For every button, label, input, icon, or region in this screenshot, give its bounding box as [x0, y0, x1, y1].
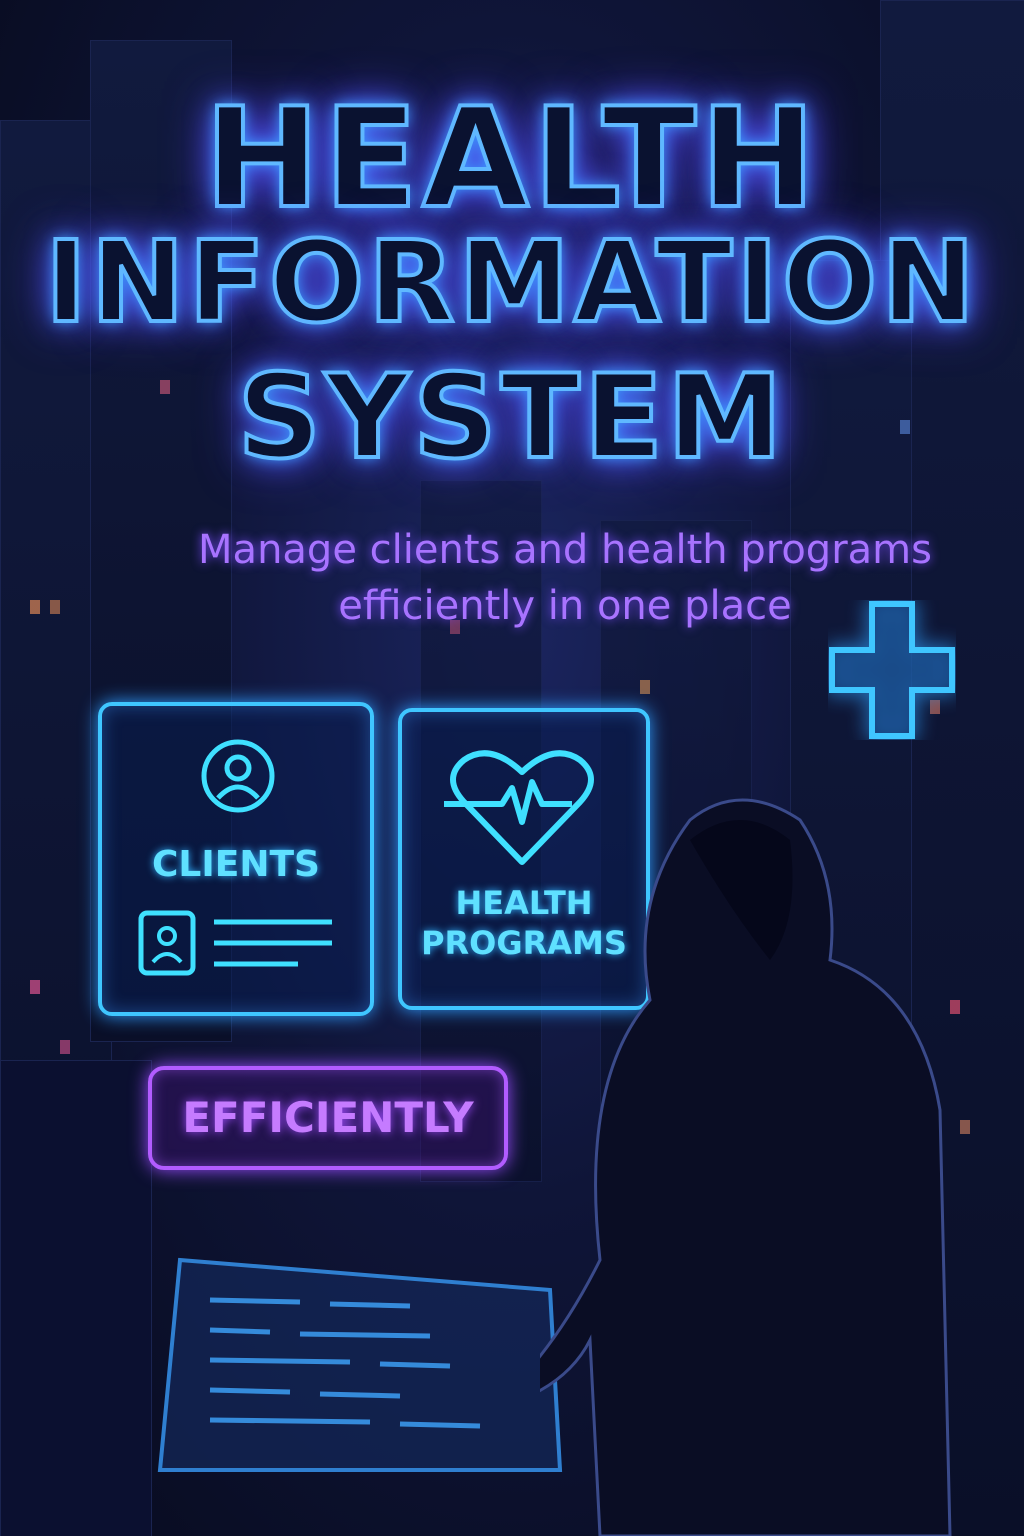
title-line-1: HEALTH	[202, 76, 820, 241]
user-circle-icon	[201, 739, 275, 813]
id-card-icon	[138, 910, 332, 976]
medical-cross-icon	[829, 601, 955, 739]
title-line-3: SYSTEM	[236, 348, 787, 487]
clients-panel[interactable]: CLIENTS	[98, 702, 374, 1016]
subtitle-line-1: Manage clients and health programs	[198, 527, 932, 573]
clients-label: CLIENTS	[152, 844, 320, 885]
efficiently-button[interactable]: EFFICIENTLY	[148, 1066, 508, 1170]
title-line-2: INFORMATION	[43, 216, 979, 350]
hooded-figure	[540, 798, 952, 1536]
holographic-console	[157, 1257, 563, 1472]
